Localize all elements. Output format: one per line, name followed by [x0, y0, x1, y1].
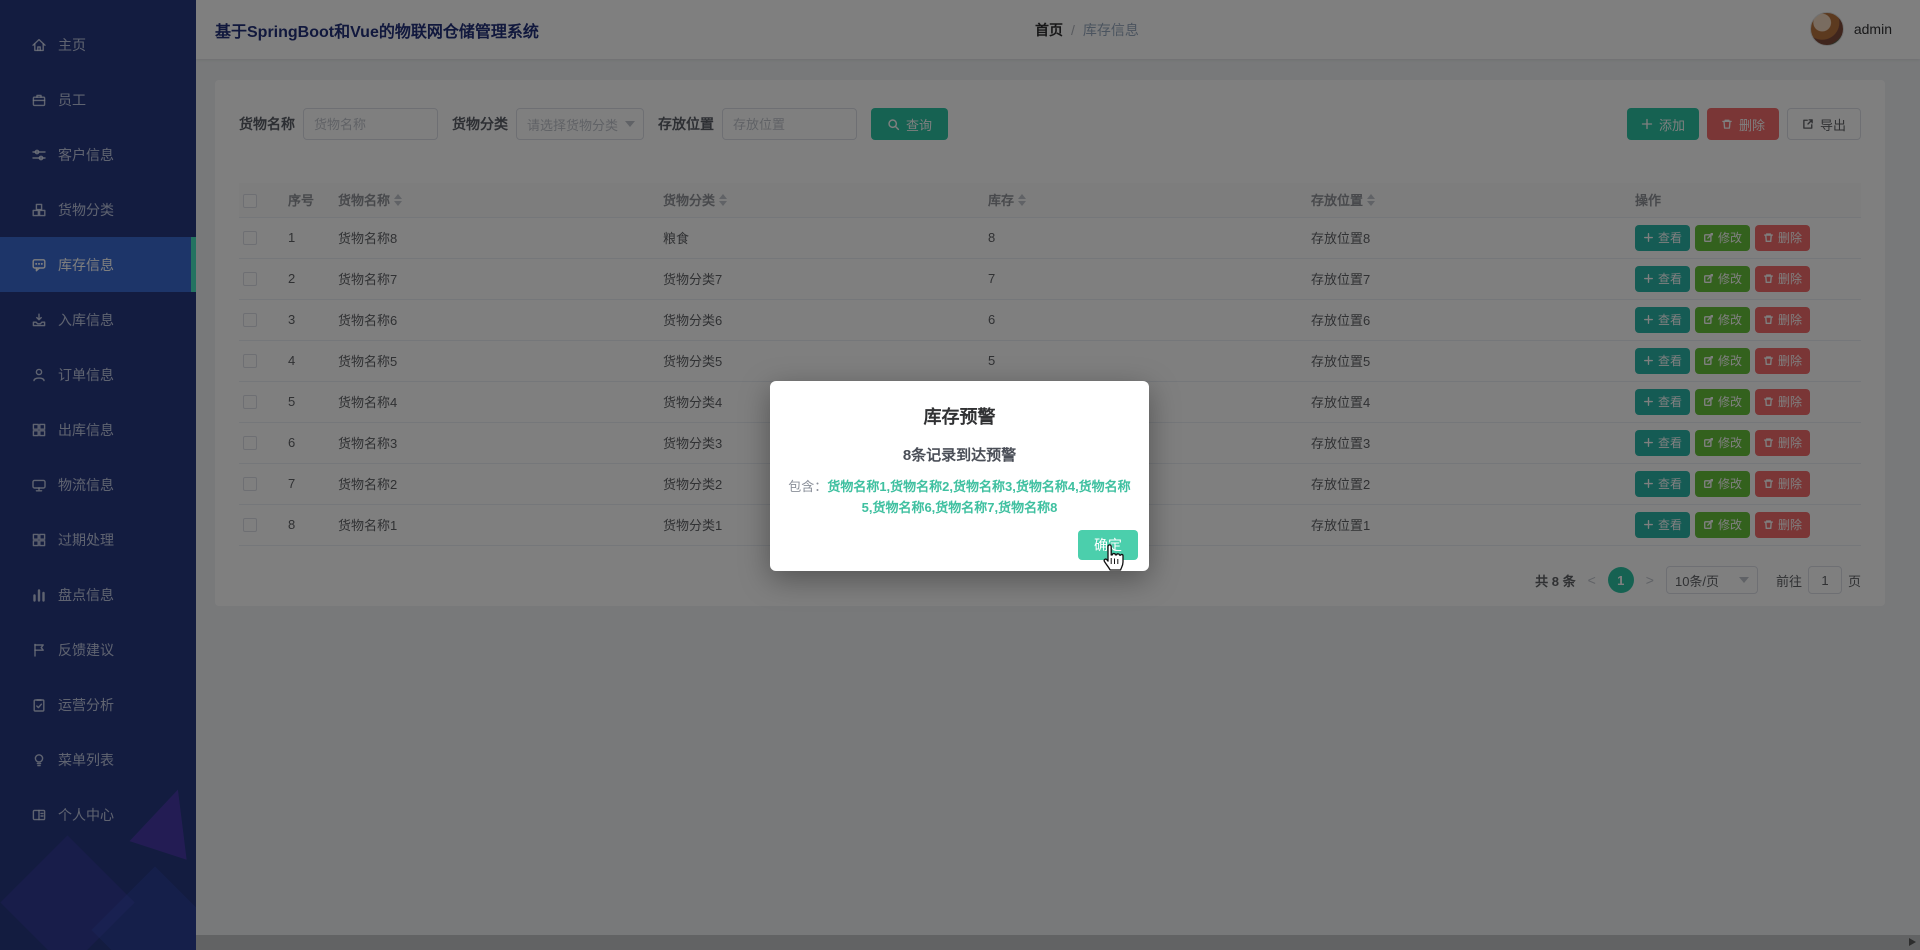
dialog-included-names: 货物名称1,货物名称2,货物名称3,货物名称4,货物名称5,货物名称6,货物名称… [827, 479, 1131, 515]
app-window: 主页员工客户信息货物分类库存信息入库信息订单信息出库信息物流信息过期处理盘点信息… [0, 0, 1920, 950]
dialog-body: 包含：货物名称1,货物名称2,货物名称3,货物名称4,货物名称5,货物名称6,货… [787, 476, 1133, 518]
dialog-prefix: 包含： [788, 479, 828, 494]
confirm-button[interactable]: 确定 [1078, 530, 1138, 560]
stock-warning-dialog: 库存预警 8条记录到达预警 包含：货物名称1,货物名称2,货物名称3,货物名称4… [770, 381, 1149, 571]
dialog-title: 库存预警 [923, 407, 996, 427]
dialog-subtitle: 8条记录到达预警 [902, 447, 1017, 464]
